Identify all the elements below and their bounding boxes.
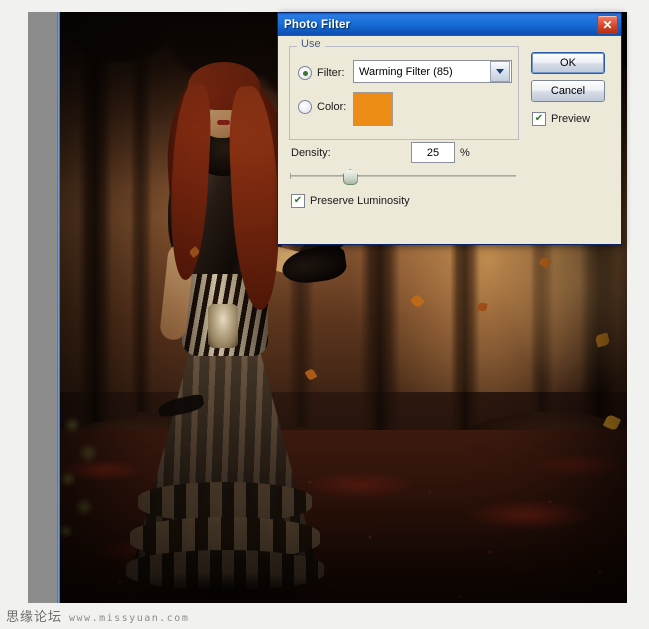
dialog-titlebar[interactable]: Photo Filter ✕ [278,13,621,36]
preview-checkbox[interactable] [532,112,546,126]
color-radio-label: Color: [317,101,347,113]
canvas-pasteboard [28,12,59,603]
chevron-down-glyph [496,69,504,74]
watermark-chinese: 思缘论坛 [6,610,63,625]
color-radio-button[interactable] [298,100,312,114]
watermark: 思缘论坛 www.missyuan.com [6,606,189,625]
preview-row[interactable]: Preview [532,112,590,126]
density-unit: % [460,147,470,159]
dialog-title: Photo Filter [284,18,351,31]
watermark-url: www.missyuan.com [69,613,190,624]
density-slider-track [290,175,516,177]
chevron-down-icon[interactable] [490,61,510,82]
filter-select-value: Warming Filter (85) [359,65,453,78]
preserve-luminosity-row[interactable]: Preserve Luminosity [291,194,410,208]
use-groupbox-legend: Use [297,38,325,50]
preview-label: Preview [551,113,591,125]
color-swatch[interactable] [353,92,393,126]
density-slider-thumb[interactable] [342,169,358,185]
ok-button[interactable]: OK [531,52,605,74]
dialog-body: Use Filter: Warming Filter (85) Color: D… [278,36,621,244]
close-glyph: ✕ [602,17,613,32]
color-radio-row[interactable]: Color: [298,100,346,114]
density-slider[interactable] [290,169,516,185]
filter-radio-label: Filter: [317,67,345,79]
filter-radio-row[interactable]: Filter: [298,66,345,80]
density-input[interactable]: 25 [411,142,455,163]
cancel-button[interactable]: Cancel [531,80,605,102]
density-value: 25 [426,146,440,159]
photo-filter-dialog: Photo Filter ✕ Use Filter: Warming Filte… [277,12,622,245]
preserve-luminosity-label: Preserve Luminosity [310,195,410,207]
filter-radio-button[interactable] [298,66,312,80]
preserve-luminosity-checkbox[interactable] [291,194,305,208]
filter-select[interactable]: Warming Filter (85) [353,60,512,83]
close-icon[interactable]: ✕ [597,15,618,34]
photoshop-canvas: Photo Filter ✕ Use Filter: Warming Filte… [0,0,649,629]
density-slider-tick [290,173,291,179]
density-label: Density: [291,147,331,159]
